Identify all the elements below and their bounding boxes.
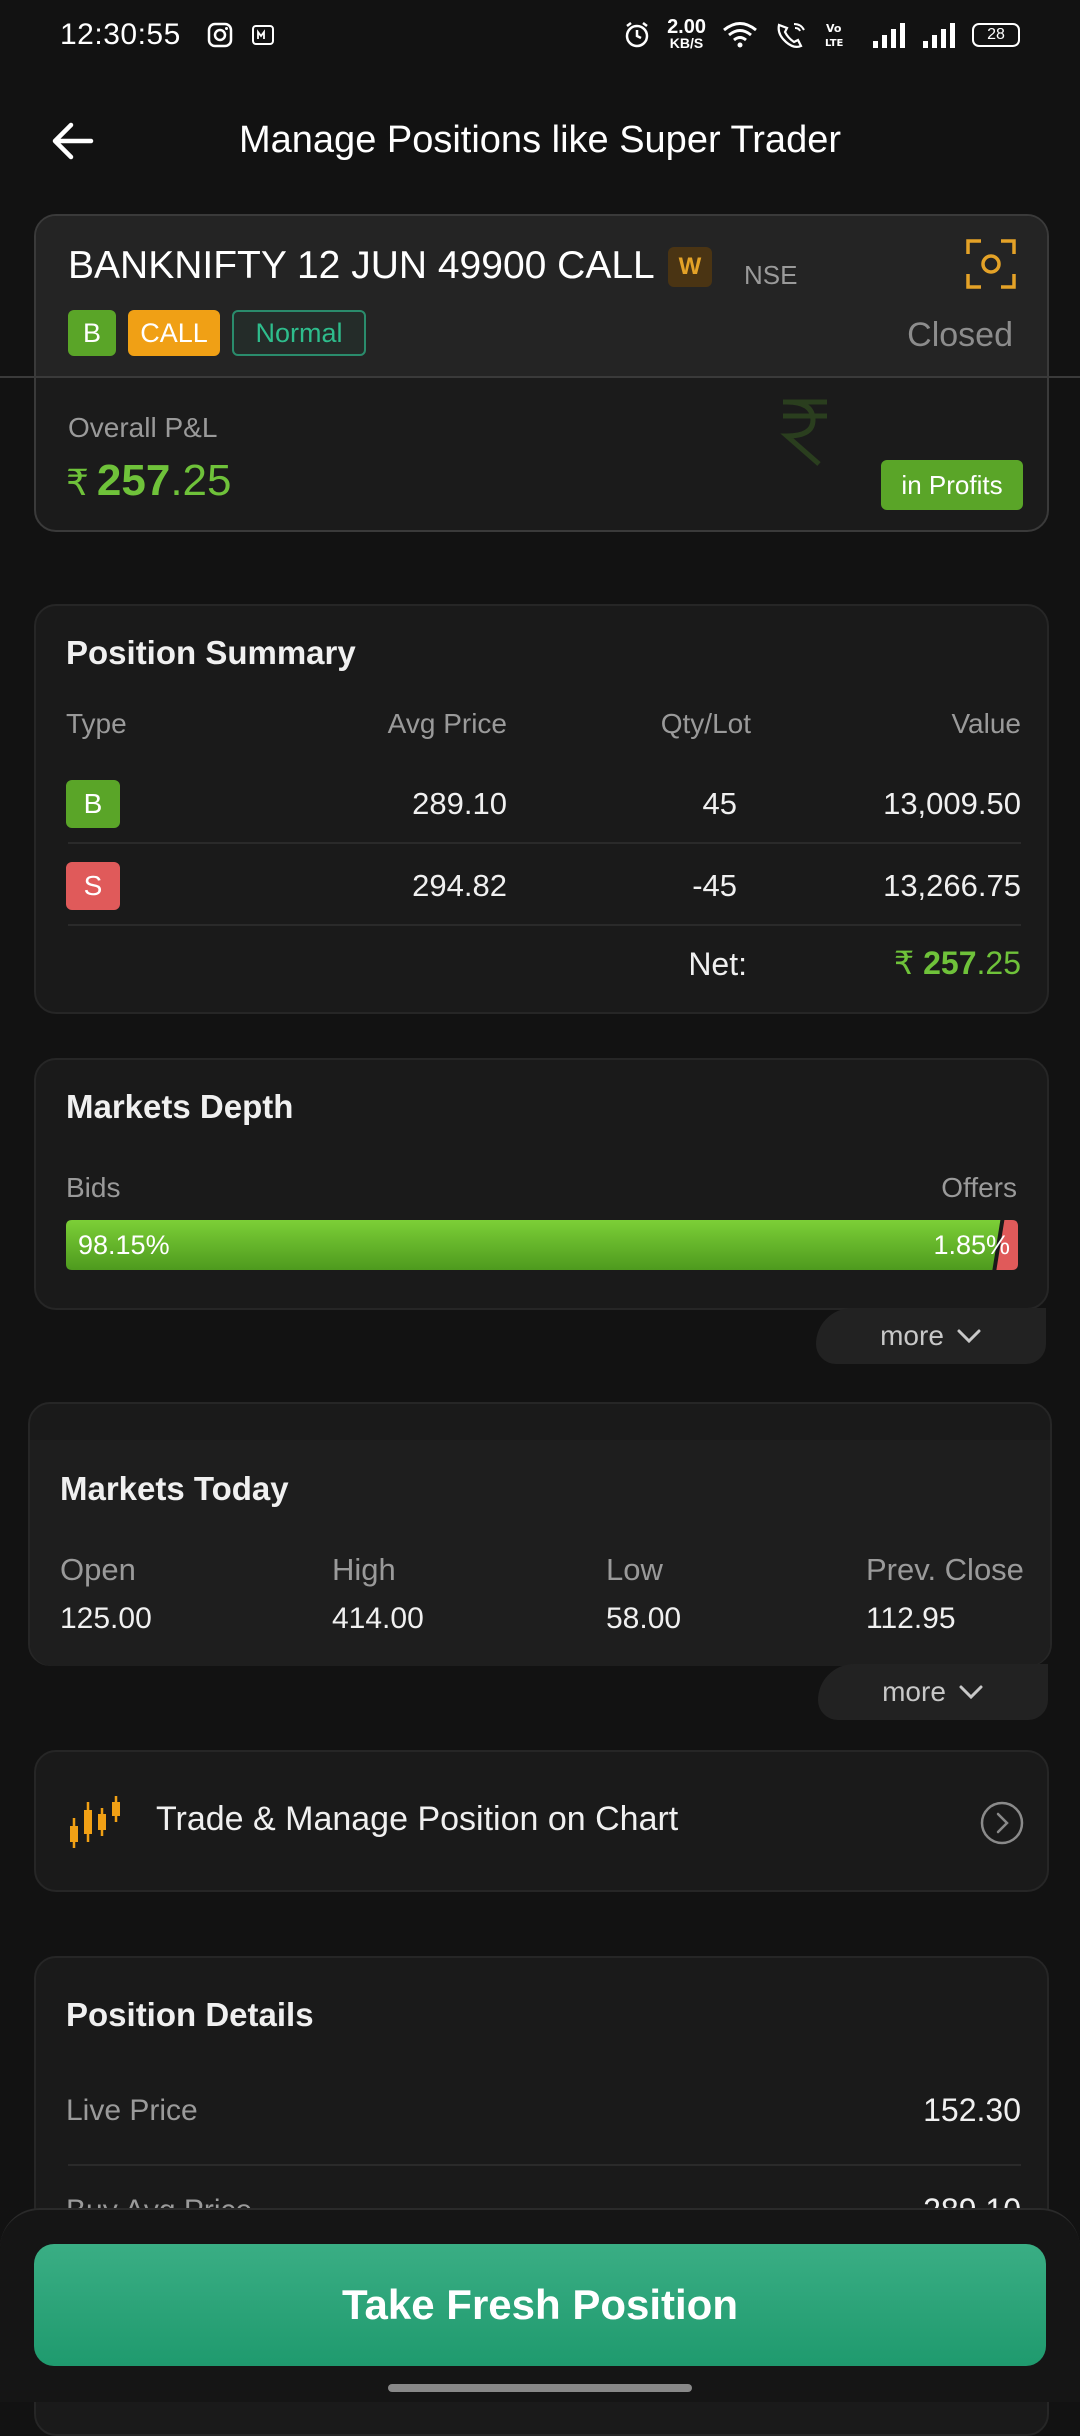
- detail-row: Live Price 152.30: [36, 2058, 1047, 2158]
- table-row: B 289.10 45 13,009.50: [36, 764, 1047, 844]
- profit-status-badge: in Profits: [881, 460, 1023, 510]
- detail-label: Live Price: [66, 2094, 198, 2127]
- position-details-title: Position Details: [66, 1996, 314, 2033]
- detail-value: 152.30: [923, 2092, 1021, 2128]
- bids-label: Bids: [66, 1172, 121, 1203]
- low-stat: Low 58.00: [606, 1552, 682, 1635]
- markets-depth-title: Markets Depth: [66, 1088, 294, 1125]
- network-speed: 2.00 KB/S: [667, 16, 706, 51]
- markets-today-more-button[interactable]: more: [818, 1664, 1048, 1720]
- signal-icon-1: [873, 23, 905, 48]
- instagram-icon: [207, 22, 233, 48]
- weekly-badge: W: [668, 247, 712, 287]
- chevron-right-circle-icon[interactable]: [979, 1800, 1025, 1846]
- prev-close-stat: Prev. Close 112.95: [866, 1552, 1024, 1635]
- svg-text:Vo: Vo: [826, 22, 842, 35]
- pnl-value: ₹257.25: [66, 456, 232, 505]
- chevron-down-icon: [959, 1685, 983, 1700]
- candlestick-chart-icon: [70, 1796, 120, 1848]
- bids-percent: 98.15%: [78, 1230, 170, 1260]
- net-label: Net:: [688, 946, 747, 982]
- markets-today-card: Markets Today Open 125.00 High 414.00 Lo…: [28, 1402, 1052, 1666]
- status-time: 12:30:55: [60, 18, 181, 51]
- markets-depth-more-button[interactable]: more: [816, 1308, 1046, 1364]
- take-fresh-position-button[interactable]: Take Fresh Position: [34, 2244, 1046, 2366]
- col-qty-lot: Qty/Lot: [660, 708, 751, 739]
- option-type-tag: CALL: [128, 310, 220, 356]
- chart-link-label: Trade & Manage Position on Chart: [156, 1800, 679, 1838]
- offers-label: Offers: [941, 1172, 1017, 1203]
- col-value: Value: [951, 708, 1021, 739]
- markets-today-title: Markets Today: [60, 1470, 289, 1507]
- message-app-icon: [251, 25, 274, 45]
- qty-cell: 45: [702, 786, 737, 821]
- net-value: ₹ 257.25: [893, 945, 1021, 981]
- position-summary-card: Position Summary Type Avg Price Qty/Lot …: [34, 604, 1049, 1014]
- chart-link-card[interactable]: Trade & Manage Position on Chart: [34, 1750, 1049, 1892]
- chevron-down-icon: [957, 1329, 981, 1344]
- exchange-label: NSE: [744, 260, 798, 290]
- home-indicator[interactable]: [388, 2384, 692, 2392]
- side-tag: B: [68, 310, 116, 356]
- instrument-name: BANKNIFTY 12 JUN 49900 CALL: [68, 244, 655, 287]
- more-label: more: [882, 1676, 946, 1707]
- col-avg-price: Avg Price: [387, 708, 507, 739]
- back-button[interactable]: [44, 113, 100, 169]
- svg-text:LTE: LTE: [825, 38, 844, 49]
- header-divider: [0, 376, 1080, 378]
- value-cell: 13,009.50: [883, 786, 1021, 821]
- open-stat: Open 125.00: [60, 1552, 152, 1635]
- qty-cell: -45: [692, 868, 737, 903]
- instrument-card[interactable]: BANKNIFTY 12 JUN 49900 CALL W NSE B CALL…: [34, 214, 1049, 532]
- more-label: more: [880, 1320, 944, 1351]
- col-type: Type: [66, 708, 127, 739]
- wifi-call-icon: [777, 23, 805, 48]
- arrow-left-icon: [52, 122, 94, 160]
- order-type-tag: Normal: [232, 310, 366, 356]
- sell-type-badge: S: [66, 862, 120, 910]
- position-summary-title: Position Summary: [66, 634, 356, 671]
- value-cell: 13,266.75: [883, 868, 1021, 903]
- volte-icon: Vo LTE: [825, 22, 844, 49]
- rupee-watermark-icon: [780, 399, 827, 466]
- avg-price-cell: 289.10: [412, 786, 507, 821]
- markets-depth-card: Markets Depth Bids Offers 98.15% 1.85%: [34, 1058, 1049, 1310]
- signal-icon-2: [923, 23, 955, 48]
- battery-icon: 28: [972, 23, 1020, 47]
- depth-bar: 98.15% 1.85%: [66, 1220, 1018, 1270]
- instrument-tags: B CALL Normal: [68, 310, 366, 356]
- scan-icon[interactable]: [965, 238, 1017, 290]
- bottom-action-sheet: Take Fresh Position: [0, 2208, 1080, 2402]
- table-row: S 294.82 -45 13,266.75: [36, 846, 1047, 926]
- row-divider: [68, 924, 1021, 926]
- high-stat: High 414.00: [332, 1552, 424, 1635]
- row-divider: [68, 842, 1021, 844]
- avg-price-cell: 294.82: [412, 868, 507, 903]
- app-header: Manage Positions like Super Trader: [0, 95, 1080, 185]
- bids-bar-segment: [66, 1220, 1001, 1270]
- pnl-label: Overall P&L: [68, 412, 218, 443]
- page-title: Manage Positions like Super Trader: [239, 118, 841, 161]
- wifi-icon: [723, 22, 757, 48]
- alarm-icon: [625, 22, 649, 48]
- offers-percent: 1.85%: [933, 1230, 1010, 1260]
- position-status: Closed: [907, 316, 1013, 354]
- buy-type-badge: B: [66, 780, 120, 828]
- status-bar: 12:30:55 2.00 KB/S Vo LTE 28: [0, 0, 1080, 70]
